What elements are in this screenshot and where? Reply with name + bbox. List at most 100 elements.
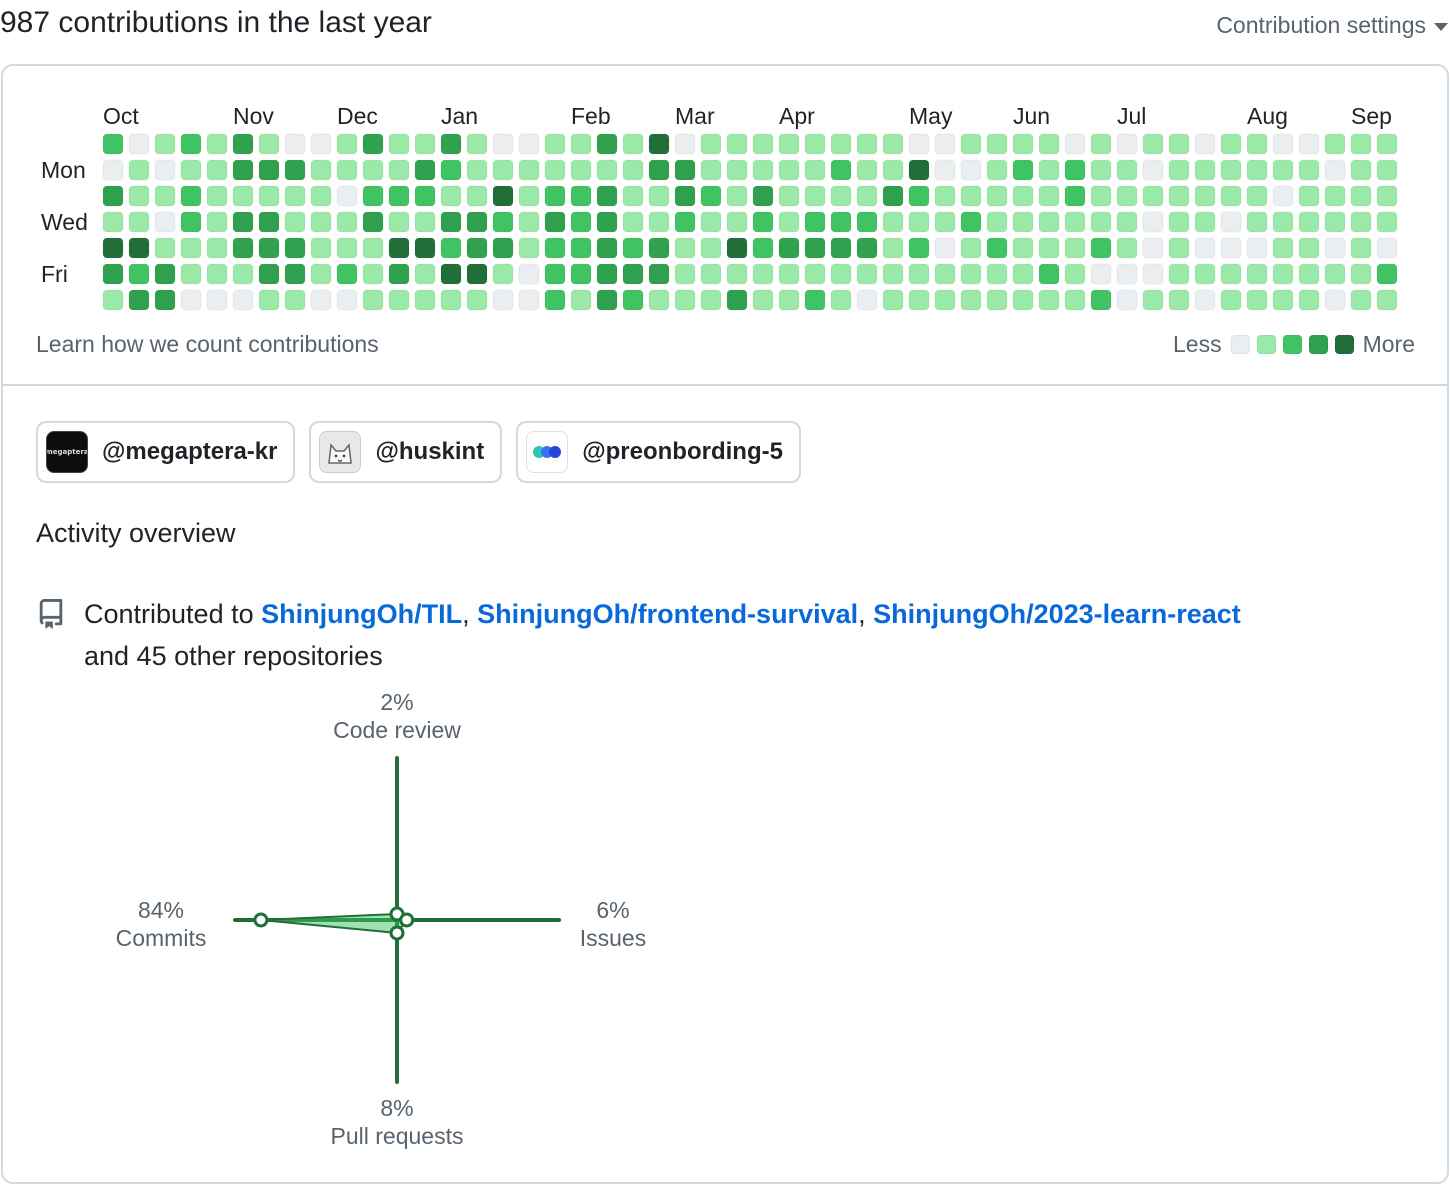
contribution-day-cell[interactable]	[856, 133, 878, 155]
contribution-day-cell[interactable]	[1324, 237, 1346, 259]
contribution-day-cell[interactable]	[856, 263, 878, 285]
contribution-day-cell[interactable]	[1090, 211, 1112, 233]
contribution-day-cell[interactable]	[1350, 263, 1372, 285]
contribution-day-cell[interactable]	[986, 185, 1008, 207]
repo-link-2023-learn-react[interactable]: ShinjungOh/2023-learn-react	[873, 599, 1241, 629]
contribution-day-cell[interactable]	[856, 237, 878, 259]
contribution-day-cell[interactable]	[856, 159, 878, 181]
contribution-day-cell[interactable]	[1246, 237, 1268, 259]
contribution-day-cell[interactable]	[1376, 237, 1398, 259]
contribution-day-cell[interactable]	[1220, 237, 1242, 259]
contribution-day-cell[interactable]	[752, 211, 774, 233]
contribution-day-cell[interactable]	[1376, 185, 1398, 207]
contribution-day-cell[interactable]	[1324, 133, 1346, 155]
contribution-day-cell[interactable]	[882, 185, 904, 207]
contribution-day-cell[interactable]	[856, 289, 878, 311]
contribution-day-cell[interactable]	[986, 211, 1008, 233]
contribution-day-cell[interactable]	[1324, 263, 1346, 285]
contribution-day-cell[interactable]	[700, 237, 722, 259]
contribution-day-cell[interactable]	[934, 185, 956, 207]
contribution-day-cell[interactable]	[1350, 159, 1372, 181]
contribution-day-cell[interactable]	[1038, 185, 1060, 207]
contribution-day-cell[interactable]	[1376, 263, 1398, 285]
contribution-day-cell[interactable]	[1064, 237, 1086, 259]
contribution-day-cell[interactable]	[804, 237, 826, 259]
contribution-day-cell[interactable]	[960, 211, 982, 233]
contribution-day-cell[interactable]	[986, 263, 1008, 285]
contribution-day-cell[interactable]	[1012, 159, 1034, 181]
contribution-day-cell[interactable]	[830, 211, 852, 233]
contribution-day-cell[interactable]	[726, 211, 748, 233]
contribution-day-cell[interactable]	[1376, 289, 1398, 311]
contribution-day-cell[interactable]	[1142, 289, 1164, 311]
contribution-day-cell[interactable]	[1194, 237, 1216, 259]
contribution-day-cell[interactable]	[934, 133, 956, 155]
contribution-day-cell[interactable]	[960, 289, 982, 311]
contribution-day-cell[interactable]	[934, 159, 956, 181]
contribution-day-cell[interactable]	[752, 263, 774, 285]
contribution-day-cell[interactable]	[1142, 159, 1164, 181]
contribution-day-cell[interactable]	[1220, 211, 1242, 233]
contribution-day-cell[interactable]	[804, 159, 826, 181]
contribution-day-cell[interactable]	[934, 289, 956, 311]
contribution-day-cell[interactable]	[1324, 185, 1346, 207]
contribution-day-cell[interactable]	[1116, 263, 1138, 285]
contribution-day-cell[interactable]	[1038, 211, 1060, 233]
contribution-day-cell[interactable]	[1168, 289, 1190, 311]
contribution-day-cell[interactable]	[1220, 185, 1242, 207]
contribution-day-cell[interactable]	[778, 133, 800, 155]
contribution-day-cell[interactable]	[960, 263, 982, 285]
contribution-day-cell[interactable]	[1090, 237, 1112, 259]
contribution-day-cell[interactable]	[1012, 185, 1034, 207]
contribution-day-cell[interactable]	[1116, 211, 1138, 233]
contribution-day-cell[interactable]	[882, 211, 904, 233]
contribution-day-cell[interactable]	[726, 159, 748, 181]
contribution-day-cell[interactable]	[726, 289, 748, 311]
contribution-day-cell[interactable]	[1038, 133, 1060, 155]
contribution-day-cell[interactable]	[830, 185, 852, 207]
contribution-day-cell[interactable]	[1376, 211, 1398, 233]
contribution-day-cell[interactable]	[1220, 289, 1242, 311]
contribution-day-cell[interactable]	[1038, 159, 1060, 181]
contribution-day-cell[interactable]	[804, 185, 826, 207]
contribution-day-cell[interactable]	[700, 263, 722, 285]
contribution-day-cell[interactable]	[1194, 159, 1216, 181]
contribution-day-cell[interactable]	[726, 133, 748, 155]
contribution-day-cell[interactable]	[1272, 237, 1294, 259]
contribution-day-cell[interactable]	[882, 289, 904, 311]
contribution-day-cell[interactable]	[1142, 263, 1164, 285]
contribution-day-cell[interactable]	[1246, 263, 1268, 285]
contribution-day-cell[interactable]	[830, 263, 852, 285]
contribution-day-cell[interactable]	[856, 211, 878, 233]
contribution-day-cell[interactable]	[726, 185, 748, 207]
contribution-day-cell[interactable]	[1168, 185, 1190, 207]
contribution-day-cell[interactable]	[830, 289, 852, 311]
contribution-day-cell[interactable]	[1220, 263, 1242, 285]
contribution-day-cell[interactable]	[1090, 289, 1112, 311]
contribution-day-cell[interactable]	[1194, 133, 1216, 155]
contribution-day-cell[interactable]	[1116, 185, 1138, 207]
contribution-day-cell[interactable]	[1272, 185, 1294, 207]
contribution-day-cell[interactable]	[1272, 211, 1294, 233]
contribution-day-cell[interactable]	[986, 237, 1008, 259]
contribution-day-cell[interactable]	[960, 237, 982, 259]
contribution-day-cell[interactable]	[778, 159, 800, 181]
contribution-day-cell[interactable]	[1246, 133, 1268, 155]
contribution-day-cell[interactable]	[986, 133, 1008, 155]
contribution-day-cell[interactable]	[700, 133, 722, 155]
contribution-day-cell[interactable]	[1142, 237, 1164, 259]
contribution-day-cell[interactable]	[1168, 159, 1190, 181]
contribution-day-cell[interactable]	[1090, 185, 1112, 207]
contribution-day-cell[interactable]	[752, 237, 774, 259]
contribution-day-cell[interactable]	[856, 185, 878, 207]
contribution-day-cell[interactable]	[1090, 263, 1112, 285]
contribution-day-cell[interactable]	[1194, 185, 1216, 207]
contribution-day-cell[interactable]	[1012, 237, 1034, 259]
contribution-day-cell[interactable]	[1350, 211, 1372, 233]
contribution-day-cell[interactable]	[1116, 133, 1138, 155]
contribution-day-cell[interactable]	[1246, 159, 1268, 181]
contribution-day-cell[interactable]	[1012, 133, 1034, 155]
contribution-settings-button[interactable]: Contribution settings	[1216, 12, 1448, 39]
contribution-day-cell[interactable]	[700, 185, 722, 207]
contribution-day-cell[interactable]	[778, 211, 800, 233]
